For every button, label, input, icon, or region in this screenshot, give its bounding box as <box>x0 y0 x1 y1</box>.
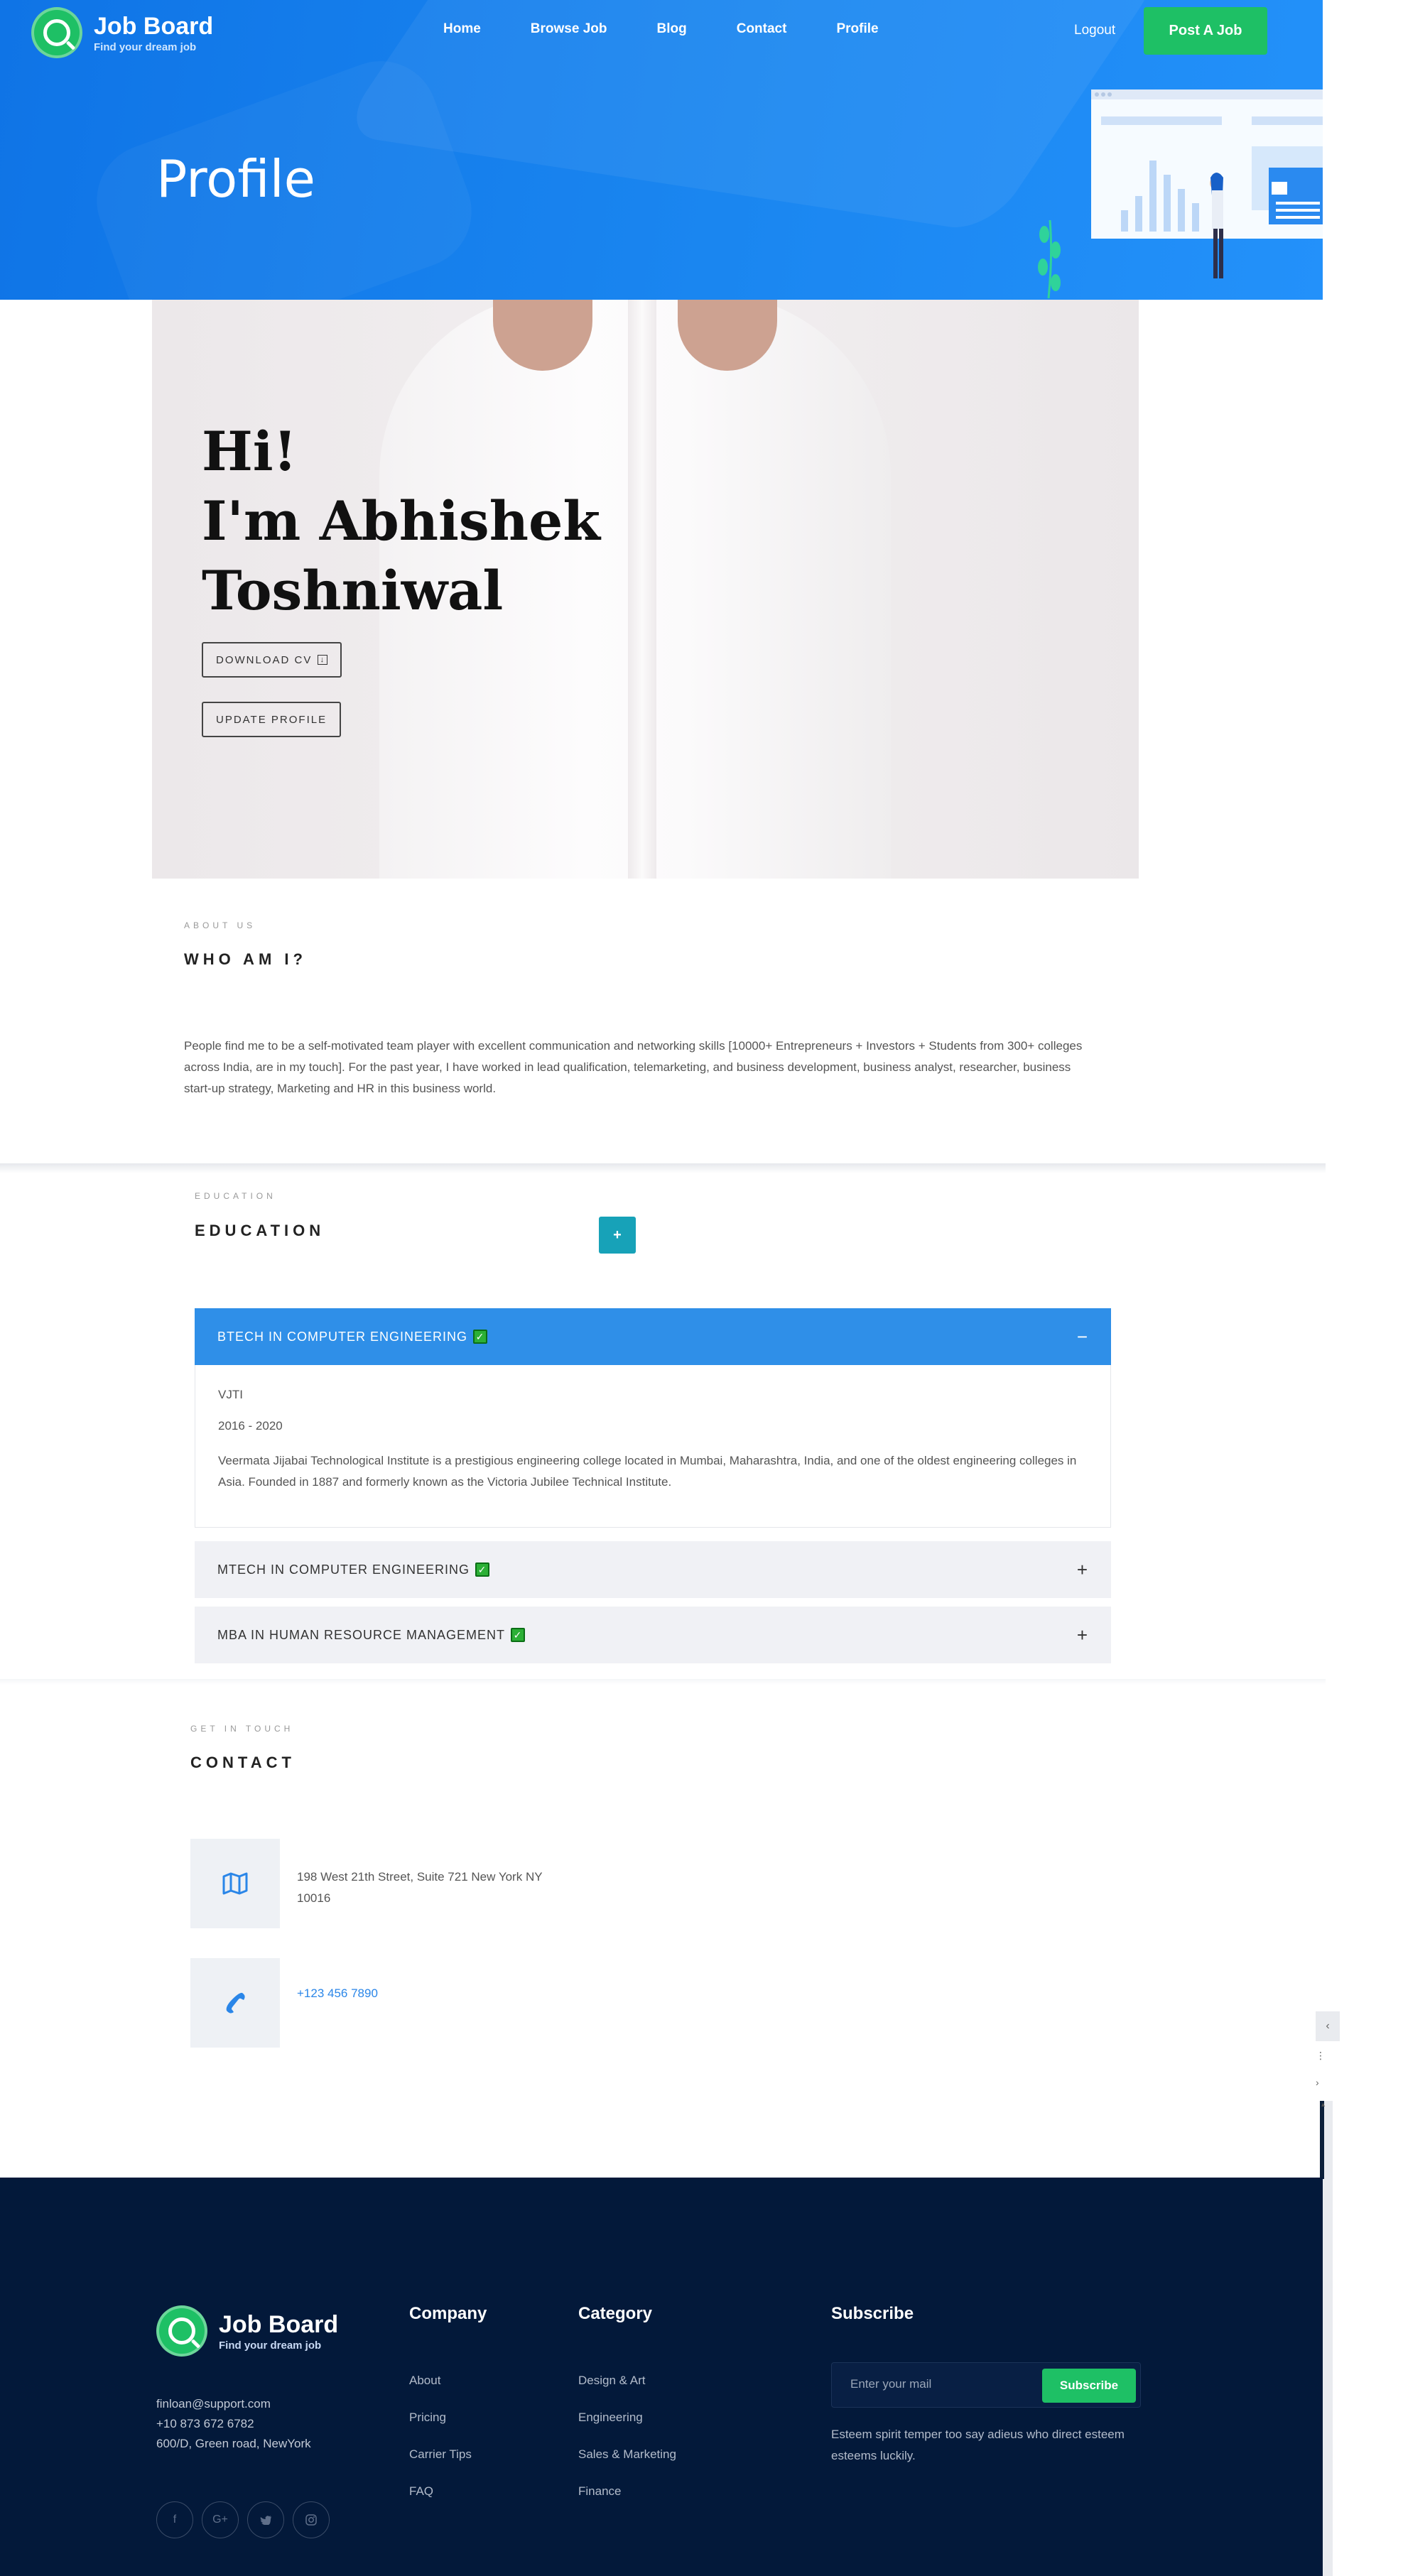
nav-contact[interactable]: Contact <box>737 21 787 37</box>
google-plus-icon[interactable]: G+ <box>202 2501 239 2538</box>
instagram-icon[interactable] <box>293 2501 330 2538</box>
footer-link-sales-marketing[interactable]: Sales & Marketing <box>578 2447 676 2462</box>
post-job-button[interactable]: Post A Job <box>1144 7 1267 55</box>
side-arrow-icon[interactable]: › <box>1316 2077 1319 2088</box>
nav-profile[interactable]: Profile <box>836 21 878 37</box>
education-title: MBA IN HUMAN RESOURCE MANAGEMENT <box>217 1627 506 1642</box>
education-kicker: EDUCATION <box>195 1191 276 1201</box>
education-item: MTECH IN COMPUTER ENGINEERING ✓ + <box>195 1541 1111 1598</box>
phone-icon <box>190 1958 280 2048</box>
dashboard-illustration <box>1038 89 1323 299</box>
education-item: BTECH IN COMPUTER ENGINEERING ✓ − VJTI 20… <box>195 1308 1111 1528</box>
footer-phone[interactable]: +10 873 672 6782 <box>156 2417 254 2431</box>
nav-browse-job[interactable]: Browse Job <box>531 21 607 37</box>
footer-link-pricing[interactable]: Pricing <box>409 2411 446 2425</box>
add-education-button[interactable]: + <box>599 1217 636 1254</box>
profile-surname: Toshniwal <box>202 559 504 622</box>
map-icon <box>190 1839 280 1928</box>
contact-heading: CONTACT <box>190 1754 296 1771</box>
about-heading: WHO AM I? <box>184 950 307 968</box>
accordion-header-mtech[interactable]: MTECH IN COMPUTER ENGINEERING ✓ + <box>195 1541 1111 1598</box>
address-line: 198 West 21th Street, Suite 721 New York… <box>297 1870 543 1884</box>
education-item: MBA IN HUMAN RESOURCE MANAGEMENT ✓ + <box>195 1607 1111 1663</box>
footer-category-title: Category <box>578 2304 653 2323</box>
section-divider <box>0 1163 1326 1173</box>
accordion-header-btech[interactable]: BTECH IN COMPUTER ENGINEERING ✓ − <box>195 1308 1111 1365</box>
verified-check-icon: ✓ <box>511 1628 526 1642</box>
contact-kicker: GET IN TOUCH <box>190 1724 294 1734</box>
education-description: Veermata Jijabai Technological Institute… <box>218 1454 1077 1489</box>
profile-name: I'm Abhishek <box>202 489 600 553</box>
footer-link-about[interactable]: About <box>409 2374 440 2388</box>
education-title: MTECH IN COMPUTER ENGINEERING <box>217 1562 470 1577</box>
expand-icon[interactable]: + <box>1077 1624 1088 1646</box>
side-menu-icon[interactable]: ⋮ <box>1316 2050 1326 2062</box>
about-text: People find me to be a self-motivated te… <box>184 1039 1083 1095</box>
accordion-header-mba[interactable]: MBA IN HUMAN RESOURCE MANAGEMENT ✓ + <box>195 1607 1111 1663</box>
verified-check-icon: ✓ <box>473 1330 488 1344</box>
footer-link-finance[interactable]: Finance <box>578 2484 621 2499</box>
greeting-line: Hi! <box>202 420 298 483</box>
subscribe-email-input[interactable] <box>850 2377 1035 2391</box>
download-cv-label: DOWNLOAD CV <box>216 653 313 666</box>
section-divider <box>0 1679 1326 1685</box>
footer-company-title: Company <box>409 2304 487 2323</box>
footer-logo-title: Job Board <box>219 2310 339 2338</box>
footer-link-design-art[interactable]: Design & Art <box>578 2374 646 2388</box>
page-title: Profile <box>156 149 315 209</box>
education-years: 2016 - 2020 <box>218 1419 283 1433</box>
profile-banner: Hi! I'm Abhishek Toshniwal DOWNLOAD CV ↓… <box>152 300 1139 879</box>
main-nav: Home Browse Job Blog Contact Profile <box>443 21 928 37</box>
expand-icon[interactable]: + <box>1077 1559 1088 1581</box>
footer-logo[interactable]: Job Board Find your dream job <box>156 2305 338 2357</box>
collapse-icon[interactable]: − <box>1077 1326 1088 1348</box>
footer-link-carrier-tips[interactable]: Carrier Tips <box>409 2447 472 2462</box>
footer-address: 600/D, Green road, NewYork <box>156 2437 311 2450</box>
about-kicker: ABOUT US <box>184 920 256 930</box>
download-cv-button[interactable]: DOWNLOAD CV ↓ <box>202 642 342 678</box>
logout-link[interactable]: Logout <box>1074 23 1115 38</box>
accordion-body-btech: VJTI 2016 - 2020 Veermata Jijabai Techno… <box>195 1365 1111 1528</box>
logo[interactable]: Job Board Find your dream job <box>31 7 213 58</box>
education-heading: EDUCATION <box>195 1222 325 1239</box>
contact-phone[interactable]: +123 456 7890 <box>297 1983 378 2004</box>
education-title: BTECH IN COMPUTER ENGINEERING <box>217 1329 468 1344</box>
footer-email[interactable]: finloan@support.com <box>156 2397 271 2411</box>
update-profile-button[interactable]: UPDATE PROFILE <box>202 702 342 737</box>
side-widget-button[interactable]: ‹ <box>1316 2011 1340 2041</box>
search-logo-icon <box>156 2305 207 2357</box>
footer-link-engineering[interactable]: Engineering <box>578 2411 643 2425</box>
facebook-icon[interactable]: f <box>156 2501 193 2538</box>
contact-address: 198 West 21th Street, Suite 721 New York… <box>297 1866 543 1909</box>
footer-subscribe-title: Subscribe <box>831 2304 914 2323</box>
nav-home[interactable]: Home <box>443 21 481 37</box>
page-header: Job Board Find your dream job Home Brows… <box>0 0 1323 300</box>
logo-subtitle: Find your dream job <box>94 40 197 53</box>
education-institute: VJTI <box>218 1388 243 1401</box>
address-line: 10016 <box>297 1891 331 1905</box>
nav-blog[interactable]: Blog <box>657 21 687 37</box>
subscribe-form: Subscribe <box>831 2362 1141 2408</box>
logo-title: Job Board <box>94 12 214 40</box>
verified-check-icon: ✓ <box>475 1563 490 1577</box>
search-logo-icon <box>31 7 82 58</box>
footer-logo-subtitle: Find your dream job <box>219 2339 322 2352</box>
profile-greeting: Hi! I'm Abhishek Toshniwal <box>202 417 600 626</box>
subscribe-text: Esteem spirit temper too say adieus who … <box>831 2428 1125 2462</box>
download-icon: ↓ <box>318 655 328 665</box>
footer-link-faq[interactable]: FAQ <box>409 2484 433 2499</box>
twitter-icon[interactable] <box>247 2501 284 2538</box>
subscribe-button[interactable]: Subscribe <box>1042 2369 1136 2403</box>
